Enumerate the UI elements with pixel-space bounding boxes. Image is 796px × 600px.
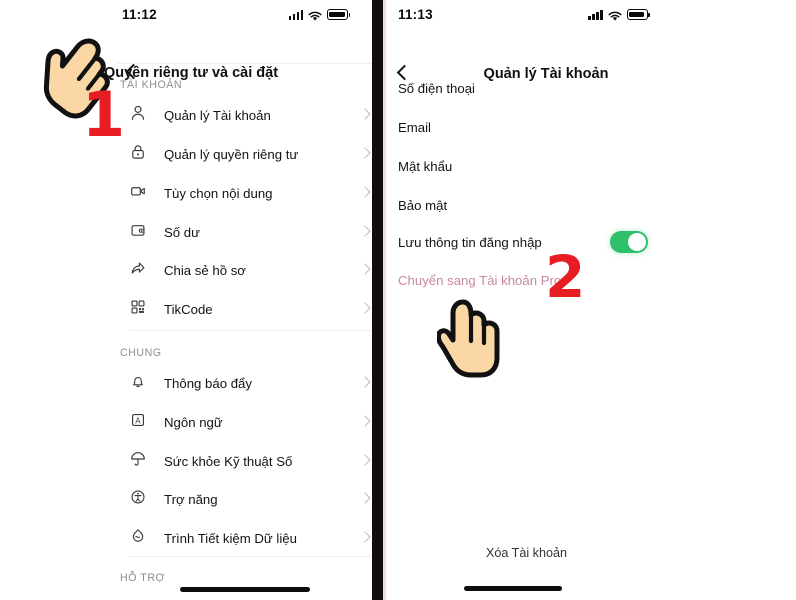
data-saver-icon [129,527,151,549]
row-security[interactable]: Bảo mật [398,198,648,213]
row-label: Trợ năng [164,491,218,507]
row-email[interactable]: Email [398,120,648,135]
row-phone-number[interactable]: Số điện thoại [398,81,648,96]
wifi-icon [607,9,622,21]
row-label: Ngôn ngữ [164,414,223,430]
home-indicator [464,586,562,591]
chevron-right-icon [360,303,372,315]
chevron-right-icon [360,532,372,544]
chevron-right-icon [360,187,372,199]
row-label: Chuyển sang Tài khoản Pro [398,273,562,288]
share-arrow-icon [129,259,151,281]
page-title: Quản lý Tài khoản [483,66,609,82]
row-label: Bảo mật [398,198,448,213]
screenshot-stage: 11:12 Quyền riêng tư và cài đặt TÀI KHOẢ… [0,0,796,600]
save-login-toggle[interactable] [610,231,648,253]
row-label: Chia sẻ hồ sơ [164,262,246,278]
row-language[interactable]: A Ngôn ngữ [129,411,372,433]
status-icons [588,9,650,21]
chevron-right-icon [636,122,648,134]
section-divider [129,330,372,331]
row-privacy-management[interactable]: Quản lý quyền riêng tư [129,143,372,165]
row-balance[interactable]: Số dư [129,221,372,243]
row-label: Lưu thông tin đăng nhập [398,234,542,250]
chevron-right-icon [360,493,372,505]
wallet-icon [129,221,151,243]
person-icon [129,104,151,126]
row-save-login-info[interactable]: Lưu thông tin đăng nhập [398,231,648,253]
delete-account-button[interactable]: Xóa Tài khoản [486,546,567,560]
chevron-right-icon [360,264,372,276]
left-status-bar: 11:12 [10,0,372,30]
chevron-right-icon [360,148,372,160]
chevron-right-icon [636,83,648,95]
status-icons [288,9,351,21]
row-password[interactable]: Mật khẩu [398,159,648,174]
row-label: Số điện thoại [398,81,475,96]
chevron-right-icon [360,416,372,428]
umbrella-icon [129,450,151,472]
chevron-right-icon [360,377,372,389]
svg-text:A: A [135,417,141,426]
lock-icon [129,143,151,165]
row-digital-wellbeing[interactable]: Sức khỏe Kỹ thuật Số [129,450,372,472]
row-label: Tùy chọn nội dung [164,185,273,201]
section-header-general: CHUNG [120,347,162,359]
chevron-right-icon [636,275,648,287]
row-label: Quản lý Tài khoản [164,107,271,123]
row-label: Số dư [164,224,200,240]
cellular-bars-icon [288,10,303,20]
row-push-notifications[interactable]: Thông báo đẩy [129,372,372,394]
chevron-right-icon [360,109,372,121]
row-label: Quản lý quyền riêng tư [164,146,299,162]
battery-full-icon [327,9,351,20]
chevron-right-icon [636,161,648,173]
toggle-knob [628,233,646,251]
row-switch-to-pro-account[interactable]: Chuyển sang Tài khoản Pro [398,273,648,288]
row-label: Trình Tiết kiệm Dữ liệu [164,530,297,546]
home-indicator [180,587,310,592]
qr-code-icon [129,298,151,320]
language-a-icon: A [129,411,151,433]
video-box-icon [129,182,151,204]
section-divider-2 [129,556,372,557]
pointing-hand-icon [435,296,503,385]
step-number-1: 1 [82,78,126,151]
chevron-right-icon [360,455,372,467]
section-header-support: HỖ TRỢ [120,572,166,584]
battery-full-icon [626,9,650,20]
row-content-preferences[interactable]: Tùy chọn nội dung [129,182,372,204]
row-account-management[interactable]: Quản lý Tài khoản [129,104,372,126]
step-number-2: 2 [545,243,586,311]
status-time: 11:13 [398,7,433,22]
cellular-bars-icon [588,10,603,20]
bell-icon [129,372,151,394]
row-label: Mật khẩu [398,159,453,174]
row-accessibility[interactable]: Trợ năng [129,488,372,510]
panel-divider [372,0,383,600]
nav-divider [117,63,372,64]
wifi-icon [308,9,322,21]
row-share-profile[interactable]: Chia sẻ hồ sơ [129,259,372,281]
row-tikcode[interactable]: TikCode [129,298,372,320]
row-label: Email [398,120,431,135]
row-data-saver[interactable]: Trình Tiết kiệm Dữ liệu [129,527,372,549]
accessibility-icon [129,488,151,510]
row-label: Sức khỏe Kỹ thuật Số [164,453,293,469]
chevron-right-icon [360,226,372,238]
row-label: Thông báo đẩy [164,375,252,391]
row-label: TikCode [164,301,213,317]
chevron-right-icon [636,200,648,212]
right-status-bar: 11:13 [386,0,786,30]
status-time: 11:12 [122,7,157,22]
right-nav-bar: Quản lý Tài khoản [386,30,786,82]
